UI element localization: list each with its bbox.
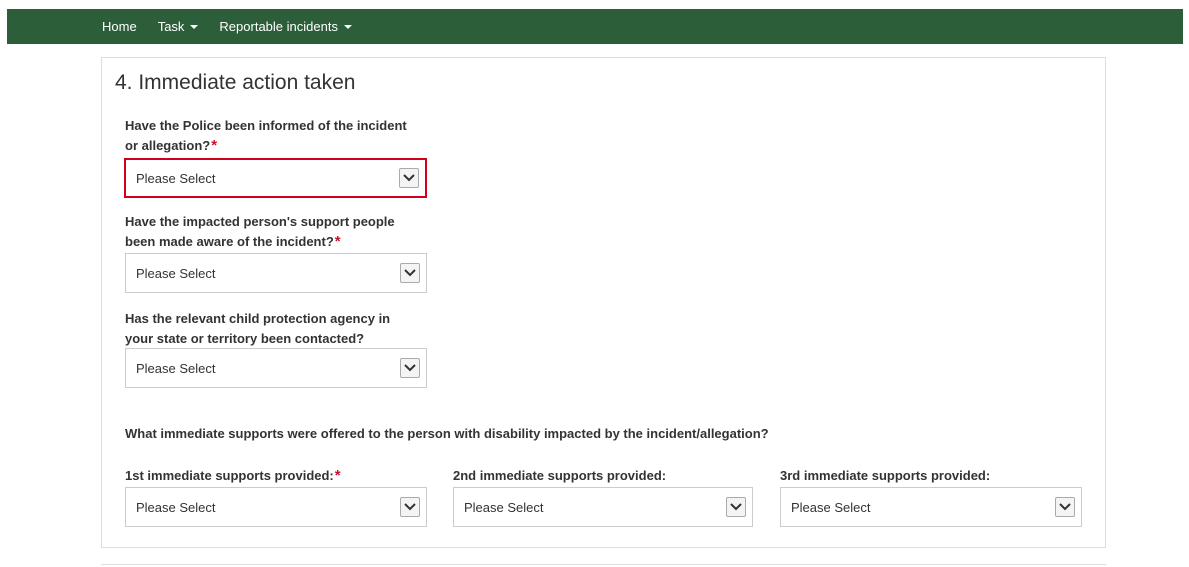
- support-people-aware-select-value: Please Select: [136, 265, 216, 281]
- nav-home-label: Home: [102, 19, 137, 34]
- support-1-select-value: Please Select: [136, 499, 216, 515]
- top-navbar: Home Task Reportable incidents: [7, 9, 1183, 44]
- chevron-down-icon: [726, 497, 746, 517]
- required-asterisk: *: [334, 467, 341, 484]
- nav-task-label: Task: [157, 19, 185, 34]
- support-3-label: 3rd immediate supports provided:: [780, 468, 991, 483]
- police-informed-select-value: Please Select: [136, 170, 216, 186]
- child-protection-contacted-select[interactable]: Please Select: [125, 348, 427, 388]
- support-2-select[interactable]: Please Select: [453, 487, 753, 527]
- caret-down-icon: [343, 24, 352, 29]
- support-3-select-value: Please Select: [791, 499, 871, 515]
- section-title: 4. Immediate action taken: [115, 71, 356, 94]
- required-asterisk: *: [334, 233, 341, 250]
- bottom-divider: [101, 564, 1106, 565]
- support-1-label: 1st immediate supports provided:*: [125, 466, 425, 486]
- police-question-line2: or allegation?: [125, 138, 211, 153]
- child-protection-question-label: Has the relevant child protection agency…: [125, 309, 445, 349]
- supports-intro-label: What immediate supports were offered to …: [125, 426, 769, 441]
- police-question-line1: Have the Police been informed of the inc…: [125, 118, 407, 133]
- nav-reportable-incidents[interactable]: Reportable incidents: [219, 19, 352, 34]
- nav-reportable-incidents-label: Reportable incidents: [219, 19, 338, 34]
- required-asterisk: *: [211, 137, 218, 154]
- child-protection-question-line1: Has the relevant child protection agency…: [125, 311, 391, 326]
- chevron-down-icon: [400, 263, 420, 283]
- support-1-select[interactable]: Please Select: [125, 487, 427, 527]
- support-2-label: 2nd immediate supports provided:: [453, 468, 667, 483]
- support-people-aware-select[interactable]: Please Select: [125, 253, 427, 293]
- nav-task[interactable]: Task: [158, 19, 199, 34]
- police-question-label: Have the Police been informed of the inc…: [125, 116, 445, 156]
- support-3-select[interactable]: Please Select: [780, 487, 1082, 527]
- chevron-down-icon: [1055, 497, 1075, 517]
- support-2-select-value: Please Select: [464, 499, 544, 515]
- support-people-question-line2: been made aware of the incident?: [125, 234, 334, 249]
- chevron-down-icon: [400, 358, 420, 378]
- chevron-down-icon: [400, 497, 420, 517]
- police-informed-select[interactable]: Please Select: [124, 158, 427, 198]
- support-1-label-text: 1st immediate supports provided:: [125, 468, 334, 483]
- chevron-down-icon: [399, 168, 419, 188]
- child-protection-question-line2: your state or territory been contacted?: [125, 331, 365, 346]
- child-protection-contacted-select-value: Please Select: [136, 360, 216, 376]
- support-people-question-line1: Have the impacted person's support peopl…: [125, 214, 395, 229]
- caret-down-icon: [190, 24, 199, 29]
- nav-home[interactable]: Home: [102, 19, 137, 34]
- support-people-question-label: Have the impacted person's support peopl…: [125, 212, 445, 252]
